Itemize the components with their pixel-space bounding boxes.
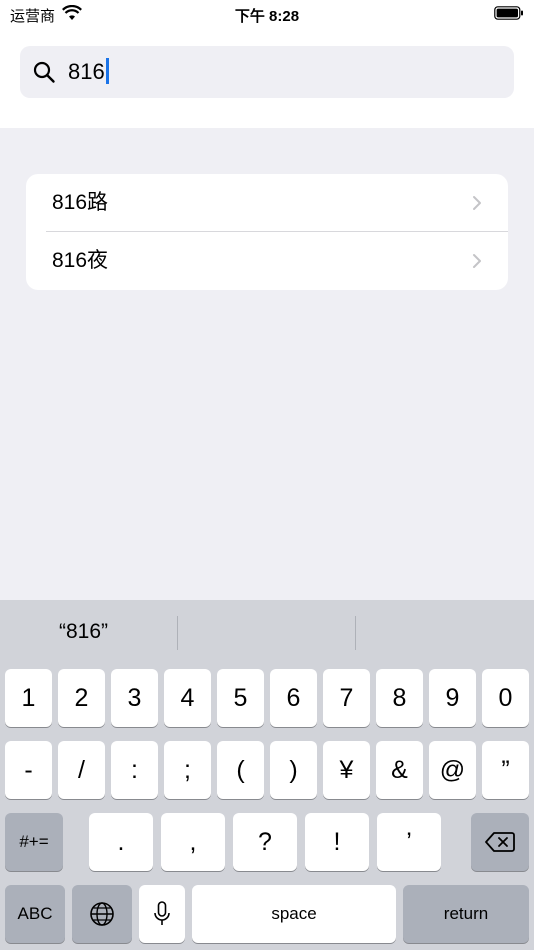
key-yen[interactable]: ¥ — [323, 741, 370, 799]
status-bar: 运营商 下午 8:28 — [0, 0, 534, 28]
chevron-right-icon — [473, 196, 481, 210]
chevron-right-icon — [473, 254, 481, 268]
status-time: 下午 8:28 — [234, 8, 300, 25]
symbols-toggle-key[interactable]: #+= — [5, 813, 63, 871]
abc-toggle-key[interactable]: ABC — [5, 885, 65, 943]
suggestion-divider — [355, 616, 356, 650]
key-3[interactable]: 3 — [111, 669, 158, 727]
key-4[interactable]: 4 — [164, 669, 211, 727]
key-6[interactable]: 6 — [270, 669, 317, 727]
list-item-label: 816路 — [52, 191, 109, 214]
key-exclamation[interactable]: ! — [305, 813, 369, 871]
microphone-icon — [154, 901, 170, 925]
return-key[interactable]: return — [403, 885, 529, 943]
key-close-paren[interactable]: ) — [270, 741, 317, 799]
key-9[interactable]: 9 — [429, 669, 476, 727]
key-quote[interactable]: ” — [482, 741, 529, 799]
search-input[interactable]: 816 — [68, 56, 109, 88]
key-open-paren[interactable]: ( — [217, 741, 264, 799]
key-period[interactable]: . — [89, 813, 153, 871]
dictation-key[interactable] — [139, 885, 185, 943]
key-2[interactable]: 2 — [58, 669, 105, 727]
key-7[interactable]: 7 — [323, 669, 370, 727]
search-icon — [33, 61, 55, 83]
suggestion-bar: “816” — [0, 600, 534, 664]
search-bar: 816 — [0, 28, 534, 128]
space-key[interactable]: space — [192, 885, 396, 943]
list-item[interactable]: 816夜 — [26, 232, 508, 290]
suggestion-item[interactable]: “816” — [59, 618, 108, 646]
list-item[interactable]: 816路 — [26, 174, 508, 232]
key-8[interactable]: 8 — [376, 669, 423, 727]
search-field[interactable]: 816 — [20, 46, 514, 98]
key-colon[interactable]: : — [111, 741, 158, 799]
key-hyphen[interactable]: - — [5, 741, 52, 799]
search-input-text: 816 — [68, 59, 105, 84]
backspace-key[interactable] — [471, 813, 529, 871]
globe-key[interactable] — [72, 885, 132, 943]
text-cursor — [105, 58, 109, 85]
battery-icon — [494, 6, 523, 20]
key-5[interactable]: 5 — [217, 669, 264, 727]
list-item-label: 816夜 — [52, 249, 109, 272]
globe-icon — [90, 902, 114, 926]
key-comma[interactable]: , — [161, 813, 225, 871]
backspace-icon — [485, 832, 515, 852]
key-1[interactable]: 1 — [5, 669, 52, 727]
key-at[interactable]: @ — [429, 741, 476, 799]
keyboard: “816” 1 2 3 4 5 6 7 8 9 0 - / : ; ( ) ¥ … — [0, 600, 534, 950]
key-0[interactable]: 0 — [482, 669, 529, 727]
key-question[interactable]: ? — [233, 813, 297, 871]
key-ampersand[interactable]: & — [376, 741, 423, 799]
key-semicolon[interactable]: ; — [164, 741, 211, 799]
results-list: 816路 816夜 — [26, 174, 508, 290]
suggestion-divider — [177, 616, 178, 650]
key-apostrophe[interactable]: ’ — [377, 813, 441, 871]
key-slash[interactable]: / — [58, 741, 105, 799]
